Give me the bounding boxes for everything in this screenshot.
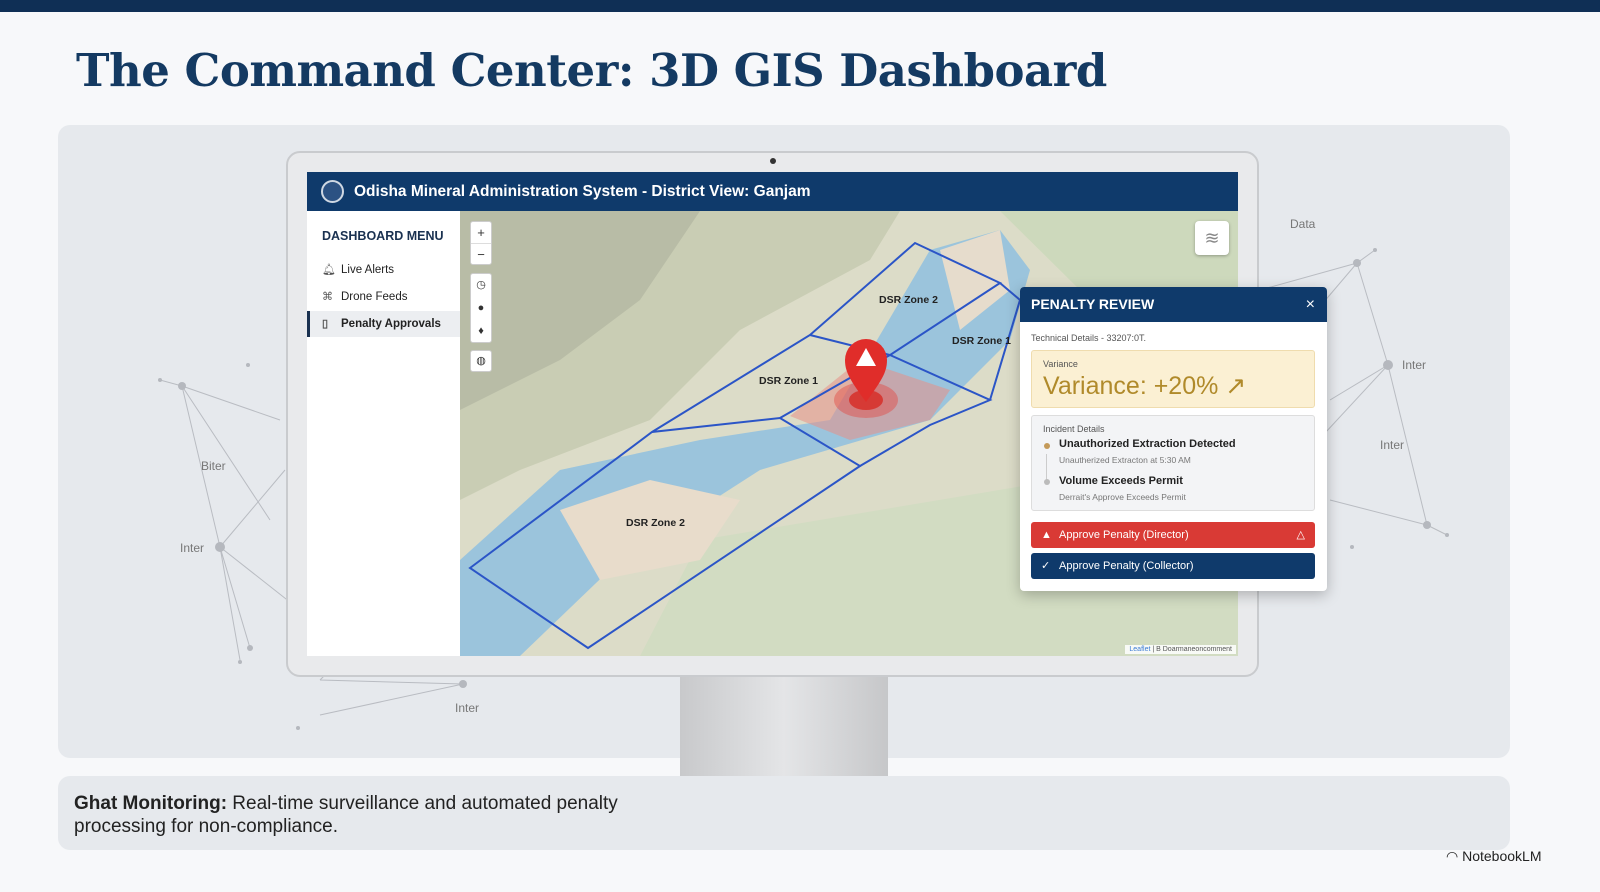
attribution-text: | B Doarmaneoncomment [1150, 646, 1232, 653]
brand-label: NotebookLM [1462, 848, 1542, 864]
zoom-in-button[interactable]: + [471, 222, 491, 244]
incident-title: Volume Exceeds Permit [1059, 475, 1183, 487]
camera-dot [770, 158, 776, 164]
sidebar-item-label: Live Alerts [341, 264, 395, 276]
drone-icon: ⌘ [322, 291, 333, 303]
notebooklm-brand: ◠ NotebookLM [1446, 848, 1542, 864]
zone-label[interactable]: DSR Zone 1 [759, 375, 818, 387]
zone-label[interactable]: DSR Zone 2 [626, 517, 685, 529]
penalty-review-popup: PENALTY REVIEW × Technical Details - 3320… [1020, 287, 1327, 591]
network-label: Inter [180, 541, 205, 555]
variance-label: Variance [1043, 359, 1078, 369]
sidebar-item-penalty-approvals[interactable]: ▯ Penalty Approvals [307, 311, 460, 337]
warning-icon: ▲ [1041, 529, 1052, 541]
person-icon[interactable]: ● [471, 297, 491, 320]
popup-title: PENALTY REVIEW [1031, 296, 1155, 312]
pin-icon[interactable]: ♦ [471, 320, 491, 343]
network-label: Biter [201, 459, 226, 473]
globe-icon[interactable]: ◍ [470, 350, 492, 372]
sidebar-item-label: Drone Feeds [341, 291, 408, 303]
network-label: Inter [1402, 358, 1427, 372]
sidebar-item-label: Penalty Approvals [341, 318, 441, 330]
check-icon: ✓ [1041, 560, 1051, 572]
app-header: Odisha Mineral Administration System - D… [307, 172, 1238, 211]
document-icon: ▯ [322, 318, 329, 330]
clock-icon[interactable]: ◷ [471, 274, 491, 297]
layers-icon[interactable]: ≋ [1195, 221, 1229, 255]
zone-label[interactable]: DSR Zone 2 [879, 294, 938, 306]
sidebar-item-drone-feeds[interactable]: ⌘ Drone Feeds [307, 284, 460, 310]
approve-collector-button[interactable]: ✓ Approve Penalty (Collector) [1031, 553, 1315, 579]
zone-label[interactable]: DSR Zone 1 [952, 335, 1011, 347]
caption-bold: Ghat Monitoring: [74, 793, 228, 814]
incident-title: Unauthorized Extraction Detected [1059, 438, 1236, 450]
close-icon[interactable]: × [1306, 287, 1315, 322]
map-attribution: Leaflet | B Doarmaneoncomment [1125, 645, 1236, 654]
caption-text: Ghat Monitoring: Real-time surveillance … [74, 792, 674, 838]
zoom-out-button[interactable]: − [471, 244, 491, 265]
approve-director-button[interactable]: ▲ Approve Penalty (Director) △ [1031, 522, 1315, 548]
timeline-dot [1044, 479, 1050, 485]
bell-icon: 🔔︎ [322, 264, 336, 276]
sidebar-item-live-alerts[interactable]: 🔔︎ Live Alerts [307, 257, 460, 283]
incident-sub: Derrait's Approve Exceeds Permit [1059, 492, 1186, 502]
zoom-control: + − [470, 221, 492, 265]
tool-control: ◷ ● ♦ [470, 273, 492, 343]
warning-outline-icon: △ [1296, 529, 1305, 541]
incident-sub: Unautherized Extracton at 5:30 AM [1059, 455, 1191, 465]
button-label: Approve Penalty (Director) [1059, 529, 1189, 541]
incident-label: Incident Details [1043, 424, 1105, 434]
sidebar: DASHBOARD MENU 🔔︎ Live Alerts ⌘ Drone Feed… [307, 211, 460, 656]
technical-details: Technical Details - 33207:0T. [1031, 333, 1147, 343]
button-label: Approve Penalty (Collector) [1059, 560, 1194, 572]
timeline-dot [1044, 443, 1050, 449]
popup-header: PENALTY REVIEW × [1020, 287, 1327, 322]
incident-details: Incident Details Unauthorized Extraction… [1031, 415, 1315, 511]
variance-value: Variance: +20% ↗ [1043, 372, 1247, 400]
network-label: Data [1290, 217, 1316, 231]
variance-card: Variance Variance: +20% ↗ [1031, 350, 1315, 408]
caption-box: Ghat Monitoring: Real-time surveillance … [58, 776, 1510, 850]
app-title: Odisha Mineral Administration System - D… [354, 183, 811, 200]
leaflet-link[interactable]: Leaflet [1129, 646, 1150, 653]
state-seal-icon [321, 180, 344, 203]
menu-heading: DASHBOARD MENU [322, 229, 444, 243]
network-label: Inter [455, 701, 480, 715]
network-label: Inter [1380, 438, 1405, 452]
